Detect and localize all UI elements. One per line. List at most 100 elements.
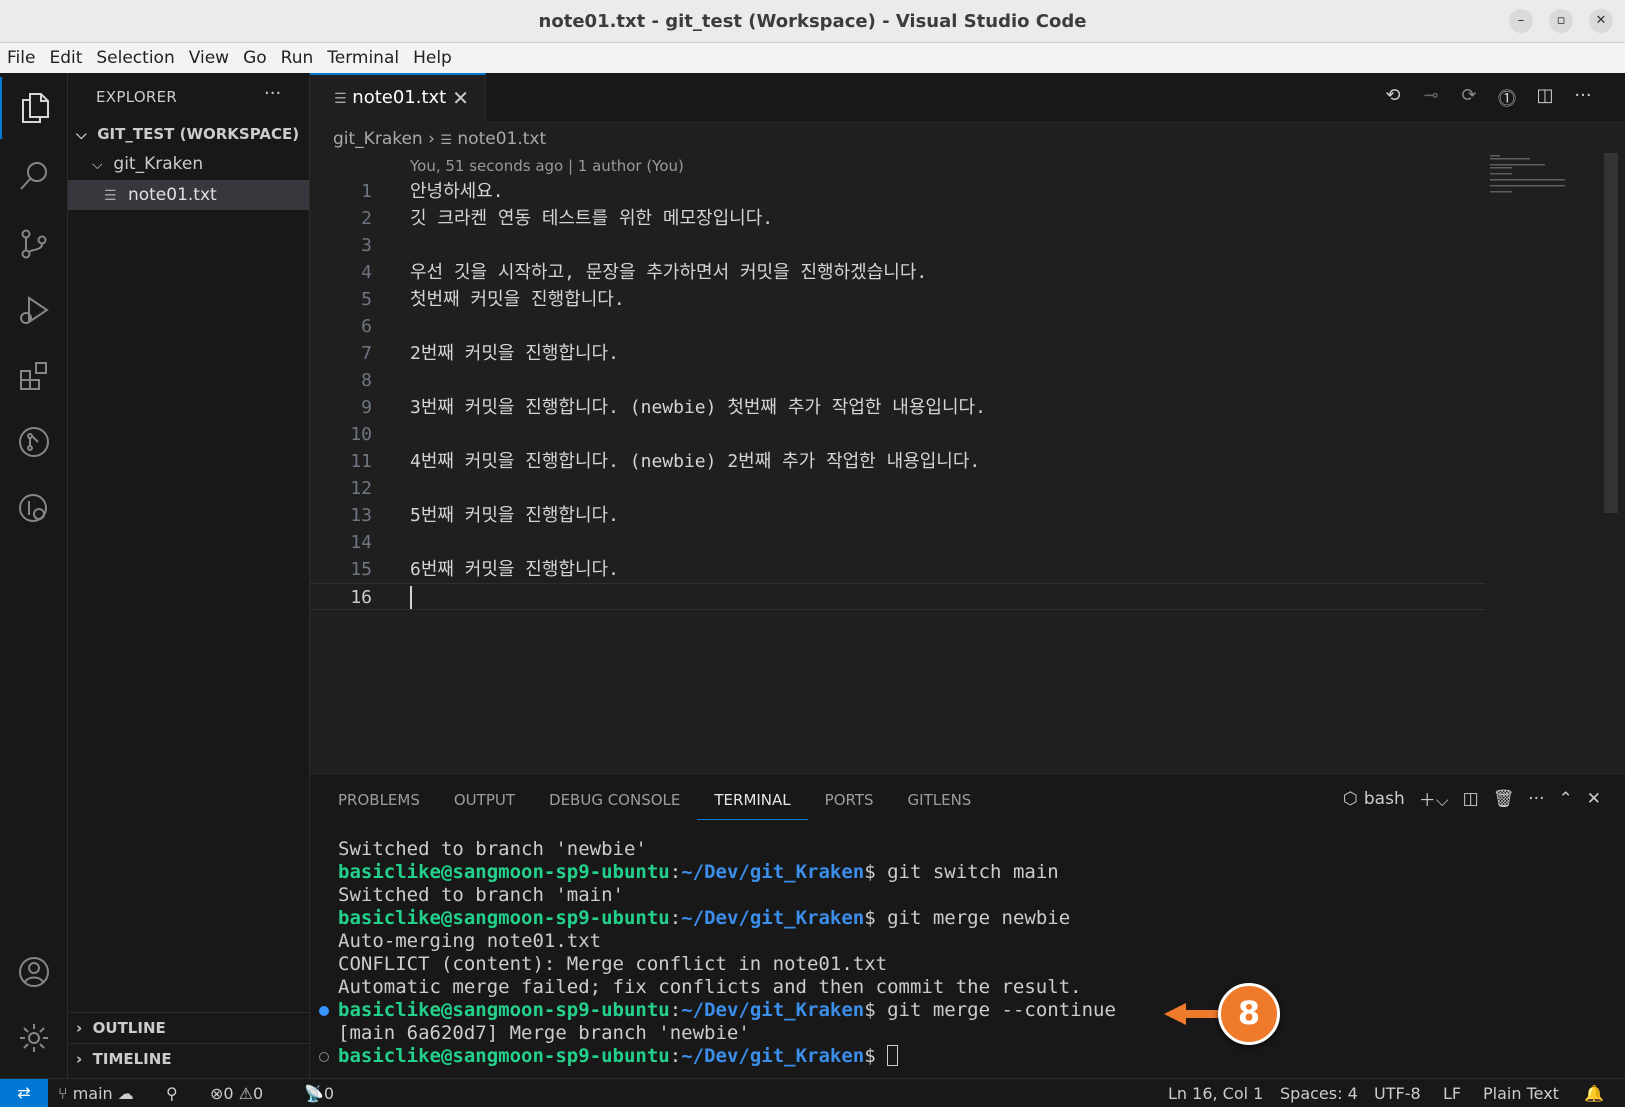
next-change-icon[interactable]: ⟳ (1457, 85, 1481, 111)
code-line[interactable]: 5 첫번째 커밋을 진행합니다. (310, 286, 1570, 313)
panel-actions: ⬡ bash ＋⌵ ◫ 🗑 ··· ⌃ ✕ (1343, 786, 1601, 812)
end-of-line[interactable]: LF (1443, 1084, 1461, 1103)
gitlens-codelens[interactable]: You, 51 seconds ago | 1 author (You) (410, 157, 684, 175)
line-number: 8 (361, 370, 372, 391)
more-actions-icon[interactable]: ··· (1571, 85, 1595, 111)
code-line[interactable]: 6 (310, 313, 1570, 340)
explorer-more-icon[interactable]: ··· (264, 83, 281, 104)
more-actions-icon[interactable]: ··· (1528, 789, 1544, 809)
folder-item[interactable]: ⌵ git_Kraken (68, 149, 309, 179)
gitlens-inspect-icon[interactable] (0, 477, 68, 539)
code-line[interactable]: 12 (310, 475, 1570, 502)
code-line[interactable]: 7 2번째 커밋을 진행합니다. (310, 340, 1570, 367)
menu-go[interactable]: Go (236, 43, 274, 69)
split-terminal-icon[interactable]: ◫ (1463, 789, 1479, 809)
timeline-section[interactable]: › TIMELINE (68, 1043, 309, 1073)
tab-ports[interactable]: PORTS (808, 788, 891, 820)
terminal-shell-label[interactable]: bash (1364, 789, 1405, 809)
gitlens-status-icon[interactable]: ⚲ (166, 1084, 178, 1103)
prompt-user: basiclike@sangmoon-sp9-ubuntu (338, 861, 670, 883)
commit-dot-icon[interactable]: ⊸ (1419, 85, 1443, 111)
editor-scrollbar[interactable] (1604, 153, 1618, 513)
trash-icon[interactable]: 🗑 (1493, 789, 1515, 809)
restore-button[interactable]: ▫ (1549, 9, 1573, 33)
error-icon: ⊗ (210, 1084, 224, 1103)
run-debug-icon[interactable] (0, 279, 68, 341)
editor-tab-bar: ☰ note01.txt ✕ ⟲ ⊸ ⟳ ⓵ ◫ ··· (310, 73, 1625, 123)
menu-run[interactable]: Run (274, 43, 321, 69)
terminal-text: Switched to branch 'main' (338, 884, 624, 906)
code-line[interactable]: 15 6번째 커밋을 진행합니다. (310, 556, 1570, 583)
encoding[interactable]: UTF-8 (1374, 1084, 1421, 1103)
tab-gitlens[interactable]: GITLENS (891, 788, 989, 820)
code-line[interactable]: 13 5번째 커밋을 진행합니다. (310, 502, 1570, 529)
gitlens-toggle-icon[interactable]: ⓵ (1495, 85, 1519, 111)
close-icon[interactable]: ✕ (452, 75, 469, 121)
tab-output[interactable]: OUTPUT (437, 788, 532, 820)
terminal-output[interactable]: Switched to branch 'newbie' basiclike@sa… (319, 838, 1598, 1068)
terminal-text: Automatic merge failed; fix conflicts an… (338, 976, 1082, 998)
code-line[interactable]: 10 (310, 421, 1570, 448)
text-caret (410, 586, 412, 609)
command-pending-decoration[interactable] (319, 1052, 329, 1062)
code-line[interactable]: 1 안녕하세요. (310, 178, 1570, 205)
menu-edit[interactable]: Edit (42, 43, 89, 69)
terminal-line: CONFLICT (content): Merge conflict in no… (338, 953, 1598, 976)
remote-icon[interactable]: ⇄ (0, 1079, 48, 1107)
tab-debug-console[interactable]: DEBUG CONSOLE (532, 788, 697, 820)
minimize-button[interactable]: – (1509, 9, 1533, 33)
gitlens-icon[interactable] (0, 411, 68, 473)
breadcrumb-file[interactable]: note01.txt (457, 129, 546, 149)
code-line[interactable]: 11 4번째 커밋을 진행합니다. (newbie) 2번째 추가 작업한 내용입… (310, 448, 1570, 475)
terminal-cursor (887, 1045, 899, 1066)
code-line[interactable]: 8 (310, 367, 1570, 394)
workspace-root[interactable]: ⌵ GIT_TEST (WORKSPACE) (68, 119, 309, 149)
close-window-button[interactable]: ✕ (1589, 9, 1613, 33)
panel-tabs: PROBLEMS OUTPUT DEBUG CONSOLE TERMINAL P… (338, 788, 988, 820)
search-icon[interactable] (0, 145, 68, 207)
code-line-current[interactable]: 16 (310, 583, 1485, 610)
menu-terminal[interactable]: Terminal (320, 43, 406, 69)
split-editor-icon[interactable]: ◫ (1533, 85, 1557, 111)
menu-help[interactable]: Help (406, 43, 459, 69)
chevron-right-icon: › (76, 1019, 83, 1037)
file-item[interactable]: ☰ note01.txt (68, 180, 309, 210)
previous-change-icon[interactable]: ⟲ (1381, 85, 1405, 111)
language-mode[interactable]: Plain Text (1483, 1084, 1559, 1103)
code-line[interactable]: 14 (310, 529, 1570, 556)
title-bar: note01.txt - git_test (Workspace) - Visu… (0, 0, 1625, 43)
cursor-position[interactable]: Ln 16, Col 1 (1168, 1084, 1263, 1103)
line-number: 10 (350, 424, 372, 445)
menu-view[interactable]: View (182, 43, 236, 69)
text-file-icon: ☰ (104, 188, 117, 204)
ports-indicator[interactable]: 📡0 (304, 1084, 334, 1103)
indentation[interactable]: Spaces: 4 (1280, 1084, 1358, 1103)
editor-tab[interactable]: ☰ note01.txt ✕ (310, 73, 486, 123)
new-terminal-icon[interactable]: ＋⌵ (1419, 786, 1449, 811)
code-line[interactable]: 2 깃 크라켄 연동 테스트를 위한 메모장입니다. (310, 205, 1570, 232)
maximize-panel-icon[interactable]: ⌃ (1559, 789, 1573, 809)
menu-file[interactable]: File (0, 43, 42, 69)
settings-gear-icon[interactable] (0, 1007, 68, 1069)
tab-problems[interactable]: PROBLEMS (338, 788, 437, 820)
code-line[interactable]: 4 우선 깃을 시작하고, 문장을 추가하면서 커밋을 진행하겠습니다. (310, 259, 1570, 286)
source-control-icon[interactable] (0, 213, 68, 275)
code-line[interactable]: 9 3번째 커밋을 진행합니다. (newbie) 첫번째 추가 작업한 내용입니… (310, 394, 1570, 421)
explorer-icon[interactable] (0, 77, 68, 139)
line-text: 첫번째 커밋을 진행합니다. (410, 289, 625, 310)
accounts-icon[interactable] (0, 941, 68, 1003)
outline-section[interactable]: › OUTLINE (68, 1012, 309, 1042)
command-success-decoration[interactable] (319, 1006, 329, 1016)
terminal-command: git merge --continue (887, 999, 1116, 1021)
menu-selection[interactable]: Selection (89, 43, 181, 69)
notifications-bell-icon[interactable]: 🔔 (1584, 1084, 1604, 1103)
extensions-icon[interactable] (0, 345, 68, 407)
code-line[interactable]: 3 (310, 232, 1570, 259)
problems-indicator[interactable]: ⊗0 ⚠0 (210, 1084, 263, 1103)
branch-indicator[interactable]: ⑂ main ☁ (58, 1084, 134, 1103)
close-panel-icon[interactable]: ✕ (1587, 789, 1601, 809)
terminal-line: Auto-merging note01.txt (338, 930, 1598, 953)
tab-terminal[interactable]: TERMINAL (697, 788, 808, 820)
breadcrumb-folder[interactable]: git_Kraken (333, 129, 423, 149)
minimap[interactable] (1490, 153, 1580, 193)
